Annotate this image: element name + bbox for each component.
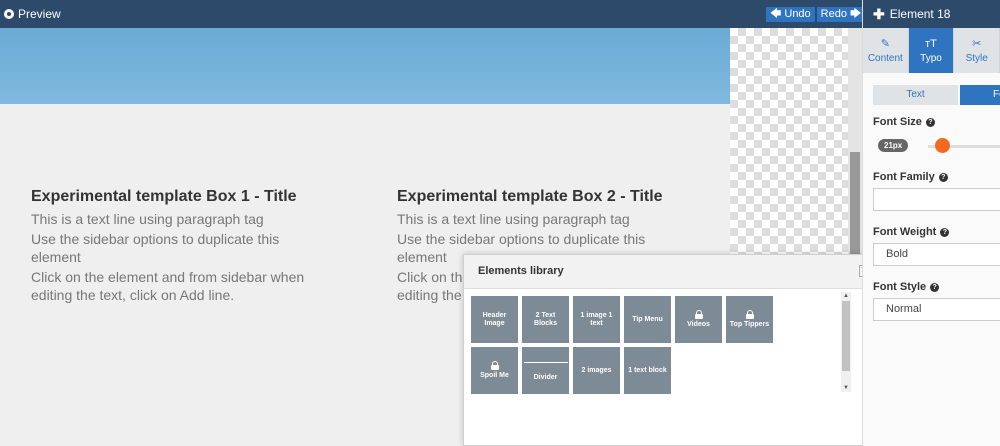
box-2-title[interactable]: Experimental template Box 2 - Title [397, 188, 697, 206]
elements-library-title: Elements library [478, 265, 564, 277]
library-item-1-text-block[interactable]: 1 text block [624, 347, 671, 394]
library-item-spoil-me[interactable]: Spoil Me [471, 347, 518, 394]
tab-label: Content [867, 53, 903, 64]
font-style-select[interactable]: Normal [873, 298, 1000, 321]
header-image-block[interactable] [0, 28, 730, 104]
panel-tabs: ✎ Content ᴛT Typo ✂ Style [863, 28, 1000, 73]
elements-library-grid: Header Image 2 Text Blocks 1 image 1 tex… [471, 296, 823, 394]
undo-redo-group: 🡄 Undo Redo 🡆 [766, 7, 866, 22]
redo-button[interactable]: Redo 🡆 [816, 7, 866, 22]
library-item-header-image[interactable]: Header Image [471, 296, 518, 343]
elements-library-dialog: Elements library ✖ Header Image 2 Text B… [463, 254, 878, 446]
library-item-divider[interactable]: Divider [522, 347, 569, 394]
library-item-label: Tip Menu [632, 315, 663, 323]
font-family-label: Font Family [873, 171, 935, 183]
arrow-left-icon: 🡄 [770, 8, 782, 20]
divider-line-icon [523, 360, 568, 366]
library-scrollbar-thumb[interactable] [842, 301, 850, 371]
font-size-label-row: Font Size ? [873, 116, 935, 128]
help-icon[interactable]: ? [925, 117, 935, 127]
library-item-videos[interactable]: Videos [675, 296, 722, 343]
library-scrollbar[interactable]: ▲ ▼ [841, 292, 851, 392]
scroll-up-icon[interactable]: ▲ [842, 292, 850, 300]
preview-label: Preview [18, 7, 61, 21]
library-item-2-text-blocks[interactable]: 2 Text Blocks [522, 296, 569, 343]
elements-library-header: Elements library ✖ [464, 255, 877, 289]
top-toolbar: Preview 🡄 Undo Redo 🡆 [0, 0, 866, 28]
box-2-line-1[interactable]: This is a text line using paragraph tag [397, 210, 697, 228]
library-item-1-image-1-text[interactable]: 1 image 1 text [573, 296, 620, 343]
tab-content[interactable]: ✎ Content [863, 28, 909, 73]
font-style-label-row: Font Style ? [873, 281, 940, 293]
font-size-value: 21px [878, 139, 909, 152]
font-style-label: Font Style [873, 281, 927, 293]
tab-label: Typo [920, 52, 942, 64]
help-icon[interactable]: ? [938, 172, 948, 182]
style-icon: ✂ [972, 38, 982, 50]
library-item-label: Header Image [482, 311, 507, 327]
tab-label: Style [965, 53, 988, 64]
panel-title: Element 18 [889, 7, 951, 21]
library-item-label: 2 images [581, 366, 612, 374]
library-item-top-tippers[interactable]: Top Tippers [726, 296, 773, 343]
help-icon[interactable]: ? [940, 227, 950, 237]
preview-button[interactable]: Preview [4, 7, 61, 21]
subtab-font[interactable]: Fo [960, 85, 1000, 105]
arrow-right-icon: 🡆 [849, 8, 862, 20]
redo-label: Redo [820, 8, 847, 20]
tab-typo[interactable]: ᴛT Typo [908, 28, 955, 73]
undo-button[interactable]: 🡄 Undo [766, 7, 815, 22]
font-size-slider-handle[interactable] [935, 138, 950, 153]
template-box-1[interactable]: Experimental template Box 1 - Title This… [31, 188, 331, 306]
lock-icon [694, 310, 703, 319]
font-weight-label-row: Font Weight ? [873, 226, 950, 238]
plus-icon[interactable]: ✚ [873, 6, 885, 23]
box-1-line-1[interactable]: This is a text line using paragraph tag [31, 210, 331, 228]
lock-icon [490, 361, 499, 370]
library-item-tip-menu[interactable]: Tip Menu [624, 296, 671, 343]
font-weight-select[interactable]: Bold [873, 243, 1000, 266]
properties-panel: ✚ Element 18 ✎ Content ᴛT Typo ✂ Style T… [862, 0, 1000, 446]
library-item-label: Top Tippers [729, 321, 770, 328]
lock-icon [745, 310, 754, 319]
library-item-label: Divider [533, 373, 558, 381]
box-1-title[interactable]: Experimental template Box 1 - Title [31, 188, 331, 206]
edit-icon: ✎ [880, 38, 890, 50]
font-family-label-row: Font Family ? [873, 171, 948, 183]
typography-icon: ᴛT [925, 37, 937, 50]
panel-header: ✚ Element 18 [863, 0, 1000, 28]
library-item-2-images[interactable]: 2 images [573, 347, 620, 394]
undo-label: Undo [784, 8, 811, 20]
library-item-label: 1 image 1 text [580, 311, 613, 327]
font-family-input[interactable] [873, 188, 1000, 211]
help-icon[interactable]: ? [930, 282, 940, 292]
library-item-label: 1 text block [628, 366, 667, 374]
box-1-line-3[interactable]: Click on the element and from sidebar wh… [31, 268, 331, 304]
library-item-label: Videos [687, 321, 710, 328]
library-item-label: Spoil Me [480, 372, 509, 379]
tab-style[interactable]: ✂ Style [954, 28, 1000, 73]
library-item-label: 2 Text Blocks [534, 311, 557, 327]
eye-icon [4, 9, 14, 19]
typo-subtabs: Text Fo [873, 85, 1000, 105]
box-1-line-2[interactable]: Use the sidebar options to duplicate thi… [31, 230, 331, 266]
subtab-text[interactable]: Text [873, 85, 958, 105]
scroll-down-icon[interactable]: ▼ [842, 384, 850, 392]
font-weight-label: Font Weight [873, 226, 937, 238]
font-size-label: Font Size [873, 116, 922, 128]
